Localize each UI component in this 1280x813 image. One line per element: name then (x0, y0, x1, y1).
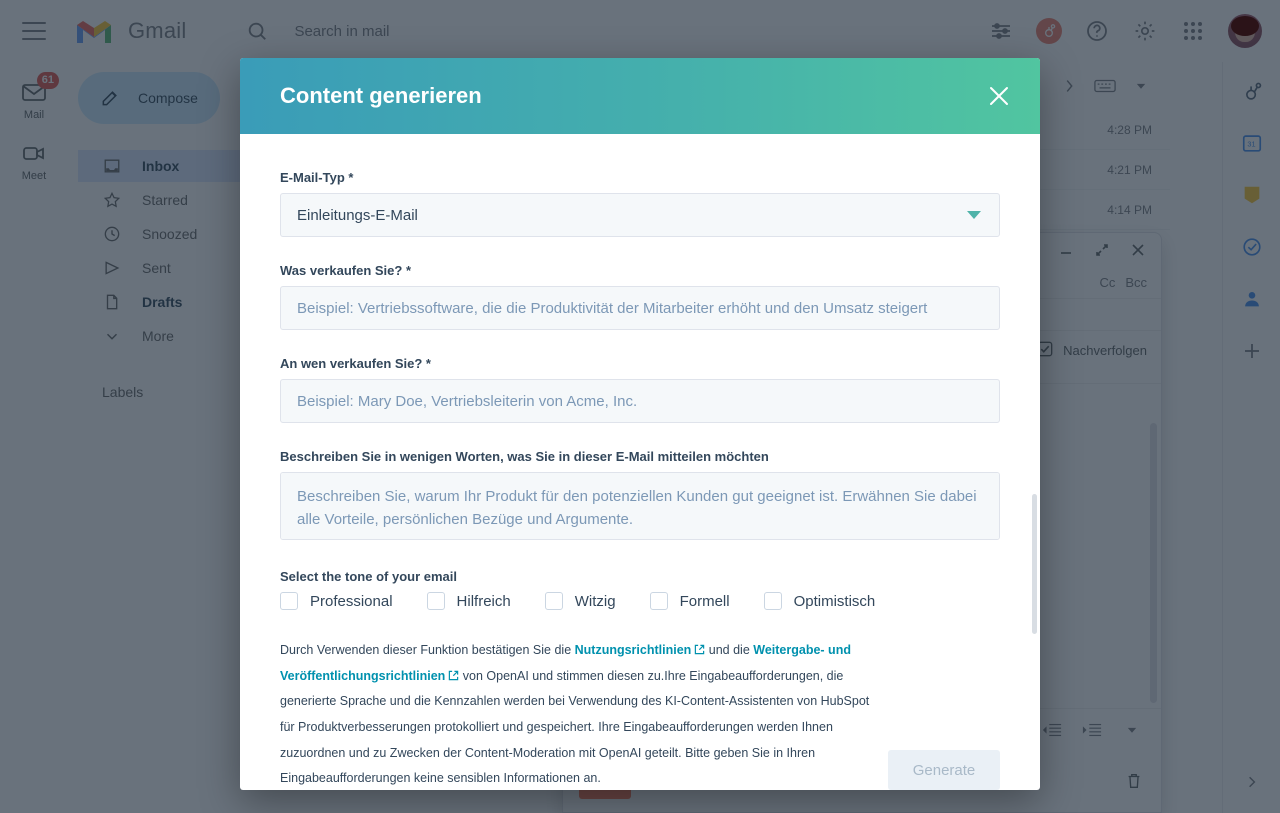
dialog-scrollbar[interactable] (1032, 494, 1037, 634)
legal-part-1: Durch Verwenden dieser Funktion bestätig… (280, 643, 575, 657)
dialog-body: E-Mail-Typ * Einleitungs-E-Mail Was verk… (240, 134, 1040, 790)
dialog-header: Content generieren (240, 58, 1040, 134)
generate-button[interactable]: Generate (888, 750, 1000, 790)
email-type-value: Einleitungs-E-Mail (297, 206, 418, 224)
tone-options: Professional Hilfreich Witzig Formell Op… (280, 592, 1000, 610)
tone-label: Select the tone of your email (280, 569, 457, 584)
selling-to-input[interactable] (280, 379, 1000, 423)
legal-part-3: von OpenAI und stimmen diesen zu.Ihre Ei… (280, 668, 870, 786)
checkbox[interactable] (280, 592, 298, 610)
checkbox[interactable] (649, 592, 668, 610)
tone-option-label: Professional (310, 592, 393, 610)
selling-what-input[interactable] (280, 286, 1000, 330)
close-icon[interactable] (982, 79, 1016, 113)
checkbox[interactable] (544, 592, 563, 610)
description-label: Beschreiben Sie in wenigen Worten, was S… (280, 449, 769, 464)
external-link-icon (694, 639, 705, 655)
email-type-label: E-Mail-Typ * (280, 170, 354, 185)
external-link-icon (448, 665, 459, 680)
description-textarea[interactable] (280, 472, 1000, 540)
tone-option-formell[interactable]: Formell (649, 592, 730, 610)
tone-option-optimistisch[interactable]: Optimistisch (763, 592, 876, 610)
content-generator-dialog: Content generieren E-Mail-Typ * Einleitu… (240, 58, 1040, 790)
screen: Gmail Search in mail (0, 0, 1280, 813)
tone-option-professional[interactable]: Professional (280, 592, 393, 610)
selling-to-label: An wen verkaufen Sie? * (280, 356, 431, 371)
tone-option-label: Witzig (574, 592, 616, 610)
tone-option-witzig[interactable]: Witzig (544, 592, 616, 610)
tone-option-label: Optimistisch (793, 592, 876, 610)
checkbox[interactable] (426, 592, 445, 610)
selling-what-label: Was verkaufen Sie? * (280, 263, 412, 278)
legal-part-2: und die (705, 643, 754, 657)
checkbox[interactable] (763, 592, 782, 610)
usage-policy-link[interactable]: Nutzungsrichtlinien (575, 643, 692, 657)
page-title: Content generieren (280, 83, 482, 108)
tone-option-label: Hilfreich (456, 592, 511, 610)
chevron-down-icon (967, 211, 981, 219)
email-type-select[interactable]: Einleitungs-E-Mail (280, 193, 1000, 237)
generate-button-wrap: Generate (888, 750, 1000, 790)
tone-option-label: Formell (679, 592, 730, 610)
legal-disclaimer: Durch Verwenden dieser Funktion bestätig… (280, 638, 880, 790)
tone-option-hilfreich[interactable]: Hilfreich (426, 592, 511, 610)
